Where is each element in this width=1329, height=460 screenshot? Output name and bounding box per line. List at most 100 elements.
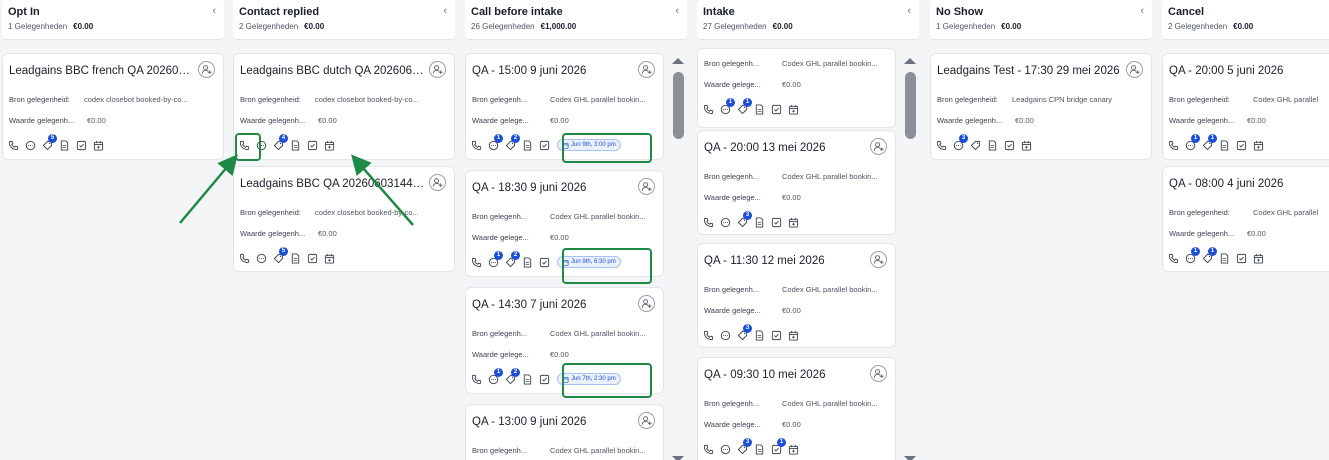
calendar-icon[interactable]	[787, 216, 800, 229]
card-title[interactable]: QA - 09:30 10 mei 2026	[704, 369, 867, 381]
column-scrollbar[interactable]	[672, 58, 684, 139]
phone-icon[interactable]	[1167, 139, 1180, 152]
tag-icon[interactable]	[969, 139, 982, 152]
document-icon[interactable]	[58, 139, 71, 152]
chat-icon[interactable]: 1	[719, 97, 735, 116]
tag-icon[interactable]: 4	[272, 133, 288, 152]
scroll-up-icon[interactable]	[904, 58, 916, 64]
chat-icon[interactable]	[24, 139, 37, 152]
document-icon[interactable]	[521, 256, 534, 269]
phone-icon[interactable]	[470, 373, 483, 386]
opportunity-card[interactable]: QA - 09:30 10 mei 2026 Bron gelegenh... Co…	[697, 357, 896, 460]
document-icon[interactable]	[986, 139, 999, 152]
checkbox-icon[interactable]	[306, 139, 319, 152]
assign-user-icon[interactable]	[870, 251, 887, 268]
checkbox-icon[interactable]	[1235, 139, 1248, 152]
checkbox-icon[interactable]	[538, 256, 551, 269]
chat-icon[interactable]	[255, 252, 268, 265]
chat-icon[interactable]: 3	[952, 133, 968, 152]
phone-icon[interactable]	[7, 139, 20, 152]
card-title[interactable]: QA - 13:00 9 juni 2026	[472, 416, 635, 428]
phone-icon[interactable]	[935, 139, 948, 152]
chat-icon[interactable]: 1	[487, 250, 503, 269]
phone-icon[interactable]	[702, 103, 715, 116]
tag-icon[interactable]: 1	[1201, 246, 1217, 265]
collapse-chevron-icon[interactable]: ‹	[907, 5, 911, 17]
opportunity-card[interactable]: QA - 13:00 9 juni 2026 Bron gelegenh... Co…	[465, 404, 664, 460]
card-title[interactable]: QA - 18:30 9 juni 2026	[472, 182, 635, 194]
tag-icon[interactable]: 3	[736, 323, 752, 342]
scrollbar-thumb[interactable]	[672, 72, 684, 139]
opportunity-card[interactable]: Leadgains BBC QA 20260603144712 Bron gele…	[233, 166, 455, 272]
chat-icon[interactable]	[719, 329, 732, 342]
tag-icon[interactable]: 3	[736, 437, 752, 456]
assign-user-icon[interactable]	[198, 61, 215, 78]
document-icon[interactable]	[753, 216, 766, 229]
phone-icon[interactable]	[238, 252, 251, 265]
card-title[interactable]: QA - 14:30 7 juni 2026	[472, 299, 635, 311]
checkbox-icon[interactable]	[306, 252, 319, 265]
opportunity-card[interactable]: Leadgains BBC dutch QA 20260603... Bron g…	[233, 53, 455, 160]
opportunity-card[interactable]: QA - 08:00 4 juni 2026 Bron gelegenheid: C…	[1162, 166, 1329, 272]
assign-user-icon[interactable]	[870, 365, 887, 382]
card-title[interactable]: QA - 20:00 13 mei 2026	[704, 142, 867, 154]
document-icon[interactable]	[521, 373, 534, 386]
card-title[interactable]: QA - 15:00 9 juni 2026	[472, 65, 635, 77]
phone-icon[interactable]	[470, 139, 483, 152]
calendar-icon[interactable]	[1252, 252, 1265, 265]
checkbox-icon[interactable]: 1	[770, 437, 786, 456]
tag-icon[interactable]: 5	[272, 246, 288, 265]
phone-icon[interactable]	[702, 329, 715, 342]
card-title[interactable]: Leadgains BBC french QA 2026060...	[9, 65, 195, 77]
chat-icon[interactable]: 1	[487, 133, 503, 152]
phone-icon[interactable]	[470, 256, 483, 269]
collapse-chevron-icon[interactable]: ‹	[1140, 5, 1144, 17]
opportunity-card[interactable]: Leadgains Test - 17:30 29 mei 2026 Bron g…	[930, 53, 1152, 160]
column-scrollbar[interactable]	[904, 58, 916, 139]
opportunity-card[interactable]: QA - 20:00 5 juni 2026 Bron gelegenheid: C…	[1162, 53, 1329, 160]
scroll-down-icon[interactable]	[904, 456, 916, 460]
calendar-icon[interactable]	[787, 443, 800, 456]
scrollbar-thumb[interactable]	[904, 72, 916, 139]
collapse-chevron-icon[interactable]: ‹	[675, 5, 679, 17]
document-icon[interactable]	[1218, 139, 1231, 152]
assign-user-icon[interactable]	[638, 61, 655, 78]
collapse-chevron-icon[interactable]: ‹	[212, 5, 216, 17]
tag-icon[interactable]: 3	[736, 210, 752, 229]
card-title[interactable]: Leadgains BBC QA 20260603144712	[240, 178, 426, 190]
phone-icon[interactable]	[702, 443, 715, 456]
calendar-icon[interactable]	[787, 103, 800, 116]
assign-user-icon[interactable]	[429, 174, 446, 191]
assign-user-icon[interactable]	[1126, 61, 1143, 78]
card-title[interactable]: Leadgains BBC dutch QA 20260603...	[240, 65, 426, 77]
calendar-icon[interactable]	[92, 139, 105, 152]
tag-icon[interactable]: 2	[504, 250, 520, 269]
document-icon[interactable]	[753, 329, 766, 342]
opportunity-card[interactable]: QA - 11:30 12 mei 2026 Bron gelegenh... Co…	[697, 243, 896, 348]
calendar-icon[interactable]	[323, 139, 336, 152]
checkbox-icon[interactable]	[770, 329, 783, 342]
collapse-chevron-icon[interactable]: ‹	[443, 5, 447, 17]
document-icon[interactable]	[753, 103, 766, 116]
calendar-icon[interactable]	[787, 329, 800, 342]
calendar-icon[interactable]	[1252, 139, 1265, 152]
checkbox-icon[interactable]	[770, 103, 783, 116]
calendar-icon[interactable]	[1020, 139, 1033, 152]
card-title[interactable]: QA - 11:30 12 mei 2026	[704, 255, 867, 267]
opportunity-card[interactable]: Leadgains BBC french QA 2026060... Bron g…	[2, 53, 224, 160]
calendar-icon[interactable]	[323, 252, 336, 265]
document-icon[interactable]	[289, 252, 302, 265]
opportunity-card[interactable]: Bron gelegenh... Codex GHL parallel booki…	[697, 48, 896, 128]
scroll-up-icon[interactable]	[672, 58, 684, 64]
document-icon[interactable]	[521, 139, 534, 152]
chat-icon[interactable]: 1	[1184, 133, 1200, 152]
checkbox-icon[interactable]	[538, 373, 551, 386]
tag-icon[interactable]: 1	[736, 97, 752, 116]
tag-icon[interactable]: 5	[41, 133, 57, 152]
card-title[interactable]: QA - 08:00 4 juni 2026	[1169, 178, 1329, 190]
checkbox-icon[interactable]	[770, 216, 783, 229]
assign-user-icon[interactable]	[638, 295, 655, 312]
checkbox-icon[interactable]	[538, 139, 551, 152]
phone-icon[interactable]	[1167, 252, 1180, 265]
chat-icon[interactable]: 1	[1184, 246, 1200, 265]
